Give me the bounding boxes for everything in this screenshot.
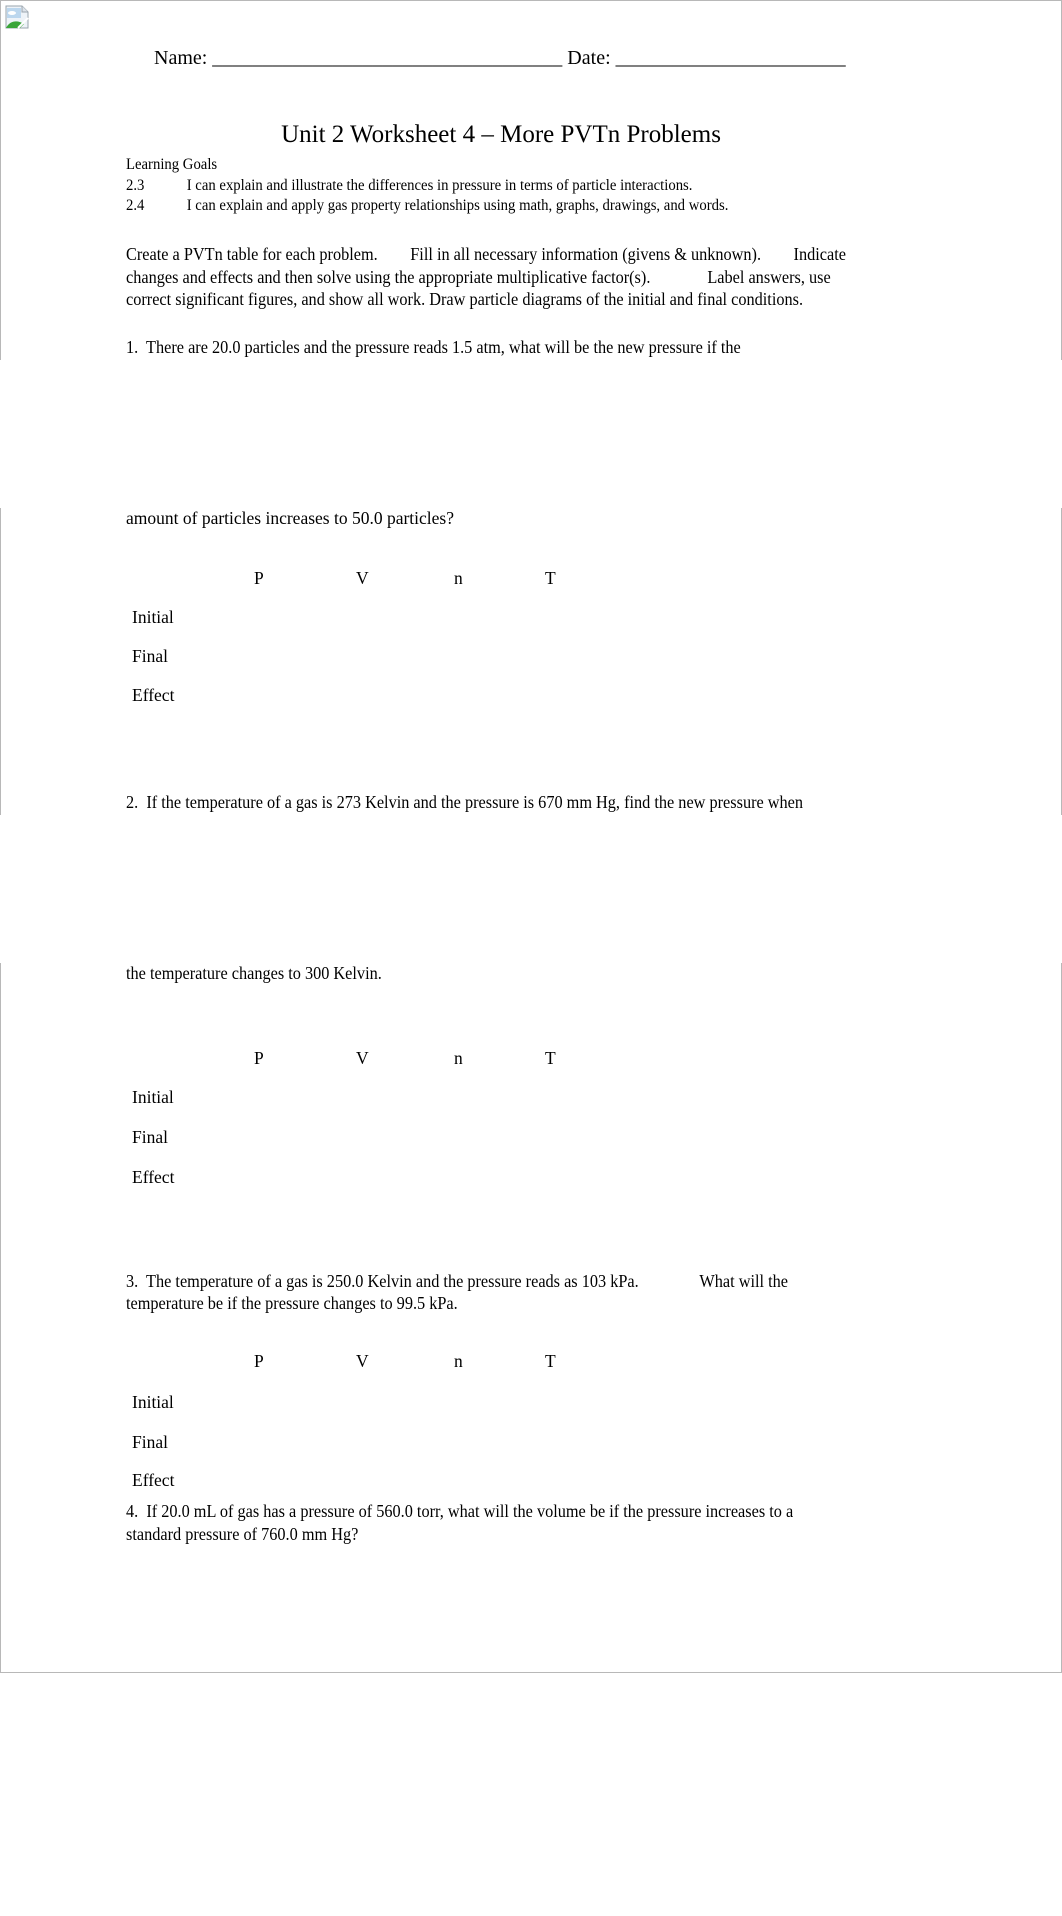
col-header-t: T xyxy=(545,568,556,588)
col-header-t: T xyxy=(545,1048,556,1068)
question-4-text: 4. If 20.0 mL of gas has a pressure of 5… xyxy=(126,1501,794,1521)
goal-text: I can explain and apply gas property rel… xyxy=(186,197,729,214)
row-label-initial: Initial xyxy=(132,1087,174,1107)
learning-goal: 2.3 I can explain and illustrate the diff… xyxy=(126,177,692,195)
question-4-continued: standard pressure of 760.0 mm Hg? xyxy=(126,1524,359,1544)
page-gap xyxy=(0,360,1062,508)
col-header-v: V xyxy=(356,1048,369,1068)
row-label-effect: Effect xyxy=(132,1167,175,1187)
col-header-p: P xyxy=(254,568,264,588)
name-date-line: Name: __________________________________… xyxy=(154,47,846,69)
row-label-initial: Initial xyxy=(132,1392,174,1412)
question-1-continued: amount of particles increases to 50.0 pa… xyxy=(126,508,455,528)
col-header-n: n xyxy=(454,568,463,588)
col-header-t: T xyxy=(545,1351,556,1371)
col-header-v: V xyxy=(356,1351,369,1371)
col-header-p: P xyxy=(254,1048,264,1068)
page-title: Unit 2 Worksheet 4 – More PVTn Problems xyxy=(281,121,721,148)
row-label-final: Final xyxy=(132,1127,168,1147)
row-label-final: Final xyxy=(132,1432,168,1452)
question-2-text: 2. If the temperature of a gas is 273 Ke… xyxy=(126,792,804,812)
row-label-final: Final xyxy=(132,646,168,666)
col-header-v: V xyxy=(356,568,369,588)
page-gap xyxy=(0,815,1062,963)
row-label-effect: Effect xyxy=(132,685,175,705)
row-label-effect: Effect xyxy=(132,1470,175,1490)
col-header-n: n xyxy=(454,1351,463,1371)
col-header-p: P xyxy=(254,1351,264,1371)
instructions-line: correct significant figures, and show al… xyxy=(126,289,804,309)
goal-number: 2.4 xyxy=(126,197,145,214)
question-3-text: 3. The temperature of a gas is 250.0 Kel… xyxy=(126,1271,789,1291)
instructions-line: changes and effects and then solve using… xyxy=(126,267,831,287)
broken-image-icon xyxy=(5,5,29,29)
col-header-n: n xyxy=(454,1048,463,1068)
question-2-continued: the temperature changes to 300 Kelvin. xyxy=(126,963,382,983)
goal-text: I can explain and illustrate the differe… xyxy=(186,177,693,194)
row-label-initial: Initial xyxy=(132,607,174,627)
question-1-text: 1. There are 20.0 particles and the pres… xyxy=(126,337,741,357)
instructions-line: Create a PVTn table for each problem. Fi… xyxy=(126,244,846,264)
learning-goal: 2.4 I can explain and apply gas property … xyxy=(126,197,728,215)
learning-goals-label: Learning Goals xyxy=(126,156,218,173)
goal-number: 2.3 xyxy=(126,177,145,194)
question-3-continued: temperature be if the pressure changes t… xyxy=(126,1293,458,1313)
